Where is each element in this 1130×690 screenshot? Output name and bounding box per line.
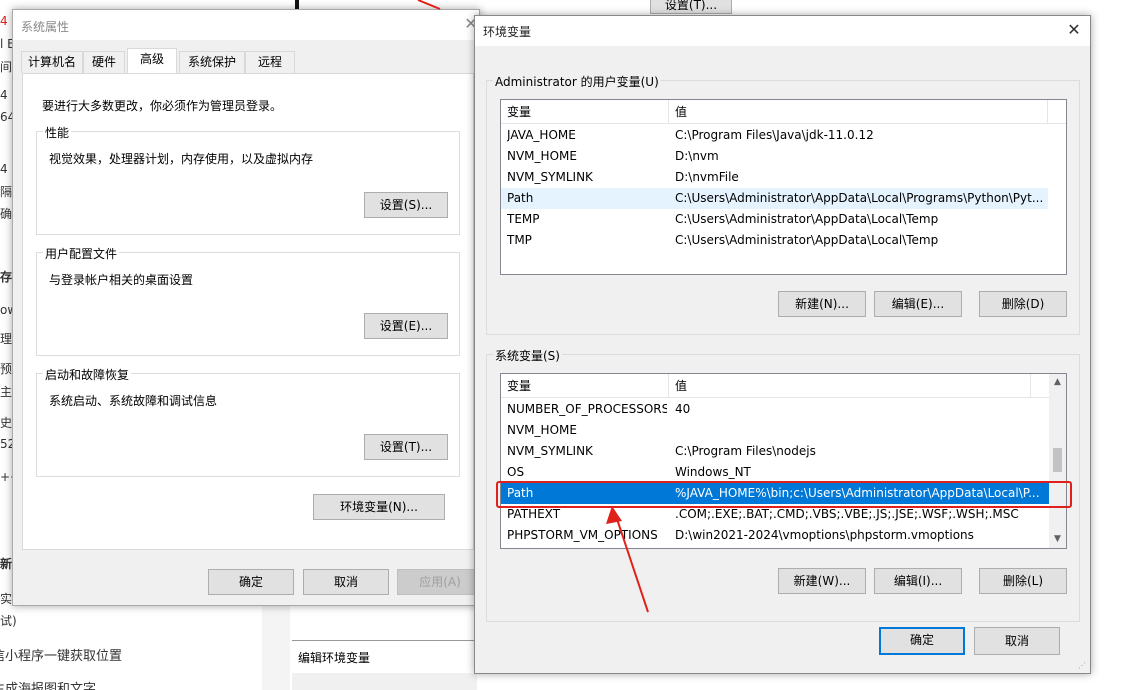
annotation-arrows <box>417 0 649 613</box>
red-arrow-top <box>417 0 441 10</box>
red-arrow-head <box>606 506 622 524</box>
red-arrow-shaft <box>615 515 649 613</box>
